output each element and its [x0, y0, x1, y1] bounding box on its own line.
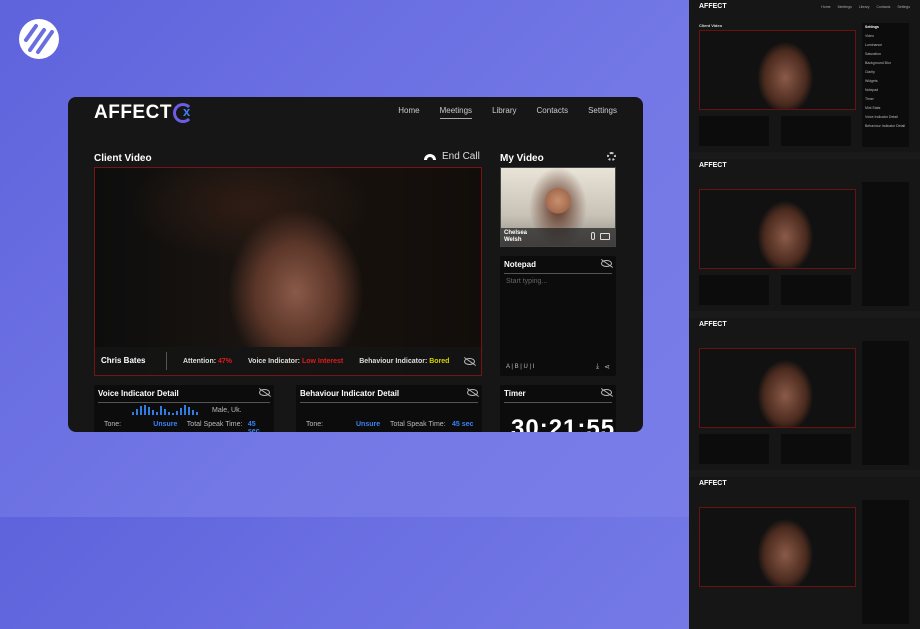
- end-call-button[interactable]: End Call: [424, 151, 480, 162]
- my-video-title: My Video: [500, 153, 544, 164]
- timer-value: 30:21:55: [511, 415, 616, 432]
- download-icon[interactable]: ⤓: [596, 363, 599, 371]
- hide-eye-icon[interactable]: [467, 389, 478, 396]
- notepad-panel: Notepad Start typing... A | B | U | I ⤓ ⋖: [500, 256, 616, 376]
- my-name: Chelsea Welsh: [504, 230, 528, 243]
- gear-icon[interactable]: [607, 152, 616, 161]
- hide-eye-icon[interactable]: [464, 357, 475, 365]
- behaviour-indicator-value: Bored: [429, 357, 450, 365]
- notepad-input[interactable]: Start typing...: [506, 278, 547, 285]
- app-logo[interactable]: AFFECT x: [94, 102, 193, 124]
- client-name: Chris Bates: [101, 352, 167, 370]
- timer-panel: Timer 30:21:55: [500, 385, 616, 432]
- main-nav: Home Meetings Library Contacts Settings: [398, 106, 617, 119]
- nav-contacts[interactable]: Contacts: [537, 106, 569, 119]
- nav-home[interactable]: Home: [398, 106, 419, 119]
- behaviour-indicator-panel: Behaviour Indicator Detail Tone: Unsure To…: [296, 385, 482, 432]
- screen-variants-column: AFFECT Home Meetings Library Contacts Settin…: [689, 0, 920, 629]
- attention-value: 47%: [218, 357, 233, 365]
- phone-hangup-icon: [424, 153, 436, 160]
- nav-settings[interactable]: Settings: [588, 106, 617, 119]
- my-video-feed: Chelsea Welsh: [500, 167, 616, 247]
- camera-icon[interactable]: [600, 233, 610, 240]
- speaker-info: Male, Uk.: [212, 407, 242, 414]
- nav-library[interactable]: Library: [492, 106, 516, 119]
- screen-thumbnail: AFFECT: [689, 477, 920, 629]
- nav-meetings[interactable]: Meetings: [439, 106, 473, 119]
- voice-waveform: [132, 405, 198, 415]
- share-icon[interactable]: ⋖: [604, 363, 610, 371]
- client-video-title: Client Video: [94, 153, 152, 164]
- brand-logo-icon: [19, 19, 59, 59]
- voice-indicator-panel: Voice Indicator Detail Male, Uk. Tone: Un…: [94, 385, 274, 432]
- main-app-window: AFFECT x Home Meetings Library Contacts S…: [68, 97, 643, 432]
- client-stats-bar: Chris Bates Attention: 47% Voice Indicat…: [95, 347, 481, 375]
- format-toolbar[interactable]: A | B | U | I: [506, 364, 534, 370]
- settings-panel: Settings Video Luminance Saturation Backgr…: [862, 23, 909, 147]
- screen-thumbnail: AFFECT: [689, 159, 920, 311]
- screen-thumbnail: AFFECT Home Meetings Library Contacts Settin…: [689, 0, 920, 152]
- screen-thumbnail: AFFECT: [689, 318, 920, 470]
- voice-indicator-value: Low Interest: [301, 357, 344, 365]
- client-video-feed: Chris Bates Attention: 47% Voice Indicat…: [94, 167, 482, 376]
- hide-eye-icon[interactable]: [601, 260, 612, 267]
- hide-eye-icon[interactable]: [259, 389, 270, 396]
- microphone-icon[interactable]: [591, 232, 595, 240]
- logo-mark-icon: x: [172, 103, 193, 123]
- hide-eye-icon[interactable]: [601, 389, 612, 396]
